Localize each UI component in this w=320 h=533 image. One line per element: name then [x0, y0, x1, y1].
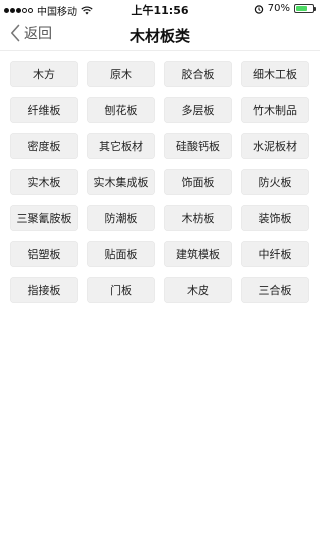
category-button[interactable]: 多层板 [164, 97, 232, 123]
category-button[interactable]: 防潮板 [87, 205, 155, 231]
battery-percent: 70% [267, 3, 290, 14]
category-button[interactable]: 木枋板 [164, 205, 232, 231]
battery-icon [294, 4, 316, 13]
category-button[interactable]: 门板 [87, 277, 155, 303]
category-button[interactable]: 纤维板 [10, 97, 78, 123]
category-button[interactable]: 刨花板 [87, 97, 155, 123]
category-button[interactable]: 竹木制品 [241, 97, 309, 123]
category-button[interactable]: 密度板 [10, 133, 78, 159]
page-title: 木材板类 [129, 27, 190, 45]
category-button[interactable]: 木方 [10, 61, 78, 87]
category-button[interactable]: 三合板 [241, 277, 309, 303]
category-grid: 木方 原木 胶合板 细木工板纤维板 刨花板 多层板 竹木制品密度板 其它板材 硅酸钙板 水泥板材实… [10, 61, 310, 303]
category-button[interactable]: 木皮 [164, 277, 232, 303]
category-button[interactable]: 细木工板 [241, 61, 309, 87]
battery-fill [296, 6, 308, 11]
category-button[interactable]: 贴面板 [87, 241, 155, 267]
category-button[interactable]: 原木 [87, 61, 155, 87]
category-button[interactable]: 饰面板 [164, 169, 232, 195]
category-button[interactable]: 水泥板材 [241, 133, 309, 159]
category-button[interactable]: 三聚氰胺板 [10, 205, 78, 231]
category-button[interactable]: 中纤板 [241, 241, 309, 267]
category-button[interactable]: 铝塑板 [10, 241, 78, 267]
category-button[interactable]: 实木集成板 [87, 169, 155, 195]
category-button[interactable]: 硅酸钙板 [164, 133, 232, 159]
alarm-icon [254, 4, 263, 14]
category-button[interactable]: 实木板 [10, 169, 78, 195]
category-button[interactable]: 防火板 [241, 169, 309, 195]
category-button[interactable]: 其它板材 [87, 133, 155, 159]
category-button[interactable]: 装饰板 [241, 205, 309, 231]
status-bar: 中国移动 上午11:56 70% [0, 0, 320, 18]
status-right: 70% [254, 3, 316, 14]
nav-bar: 返回 木材板类 [0, 18, 320, 51]
category-button[interactable]: 指接板 [10, 277, 78, 303]
category-button[interactable]: 胶合板 [164, 61, 232, 87]
category-button[interactable]: 建筑模板 [164, 241, 232, 267]
